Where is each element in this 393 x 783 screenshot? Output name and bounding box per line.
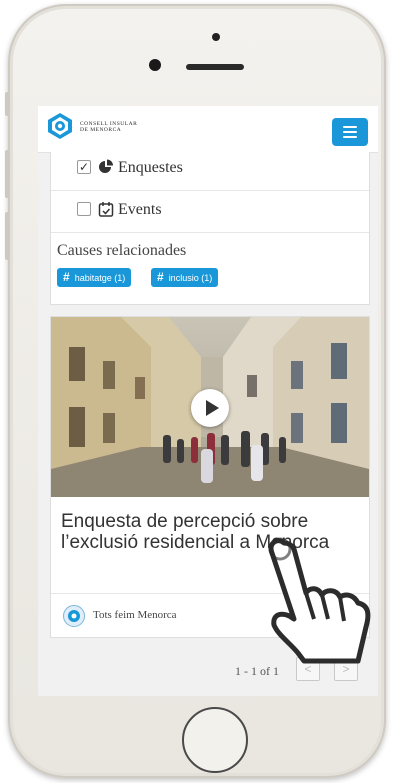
pie-chart-icon bbox=[99, 159, 113, 173]
calendar-check-icon bbox=[98, 202, 114, 217]
filter-label-events: Events bbox=[118, 201, 162, 218]
tag-label: habitatge (1) bbox=[74, 273, 126, 283]
hamburger-icon bbox=[343, 126, 357, 128]
author-name[interactable]: Tots feim Menorca bbox=[93, 609, 177, 621]
filter-enquestes[interactable]: ✓ Enquestes bbox=[51, 148, 369, 191]
hamburger-icon-bar bbox=[343, 131, 357, 133]
author-avatar bbox=[63, 605, 85, 627]
checkbox-enquestes[interactable]: ✓ bbox=[77, 160, 91, 174]
earpiece-speaker bbox=[186, 64, 244, 70]
logo-line2: DE MENORCA bbox=[80, 127, 122, 133]
mute-switch bbox=[5, 92, 9, 116]
checkbox-events[interactable] bbox=[77, 202, 91, 216]
hashtag-icon: # bbox=[63, 270, 70, 284]
logo-text: CONSELL INSULAR DE MENORCA bbox=[80, 121, 170, 133]
home-button[interactable] bbox=[182, 707, 248, 773]
front-camera bbox=[149, 59, 161, 71]
pagination-text: 1 - 1 of 1 bbox=[235, 664, 279, 678]
tag-habitatge[interactable]: # habitatge (1) bbox=[57, 268, 132, 287]
proximity-sensor bbox=[212, 33, 220, 41]
tag-inclusio[interactable]: # inclusio (1) bbox=[151, 268, 219, 287]
hamburger-icon-bar bbox=[343, 136, 357, 138]
play-icon[interactable] bbox=[191, 389, 229, 427]
video-thumbnail[interactable] bbox=[51, 317, 369, 497]
hashtag-icon: # bbox=[157, 270, 164, 284]
consell-insular-logo[interactable] bbox=[46, 112, 74, 140]
tap-gesture-icon bbox=[268, 537, 371, 664]
volume-down-button bbox=[5, 212, 9, 260]
top-bar: CONSELL INSULAR DE MENORCA bbox=[38, 106, 378, 153]
menu-button[interactable] bbox=[332, 118, 368, 146]
filters-panel: ✓ Enquestes Events Causes relacionades #… bbox=[50, 152, 370, 305]
tag-label: inclusio (1) bbox=[168, 273, 213, 283]
filter-events[interactable]: Events bbox=[51, 190, 369, 233]
author-logo-icon bbox=[68, 610, 80, 622]
volume-up-button bbox=[5, 150, 9, 198]
filter-label-enquestes: Enquestes bbox=[118, 159, 183, 176]
causes-title: Causes relacionades bbox=[57, 242, 187, 259]
